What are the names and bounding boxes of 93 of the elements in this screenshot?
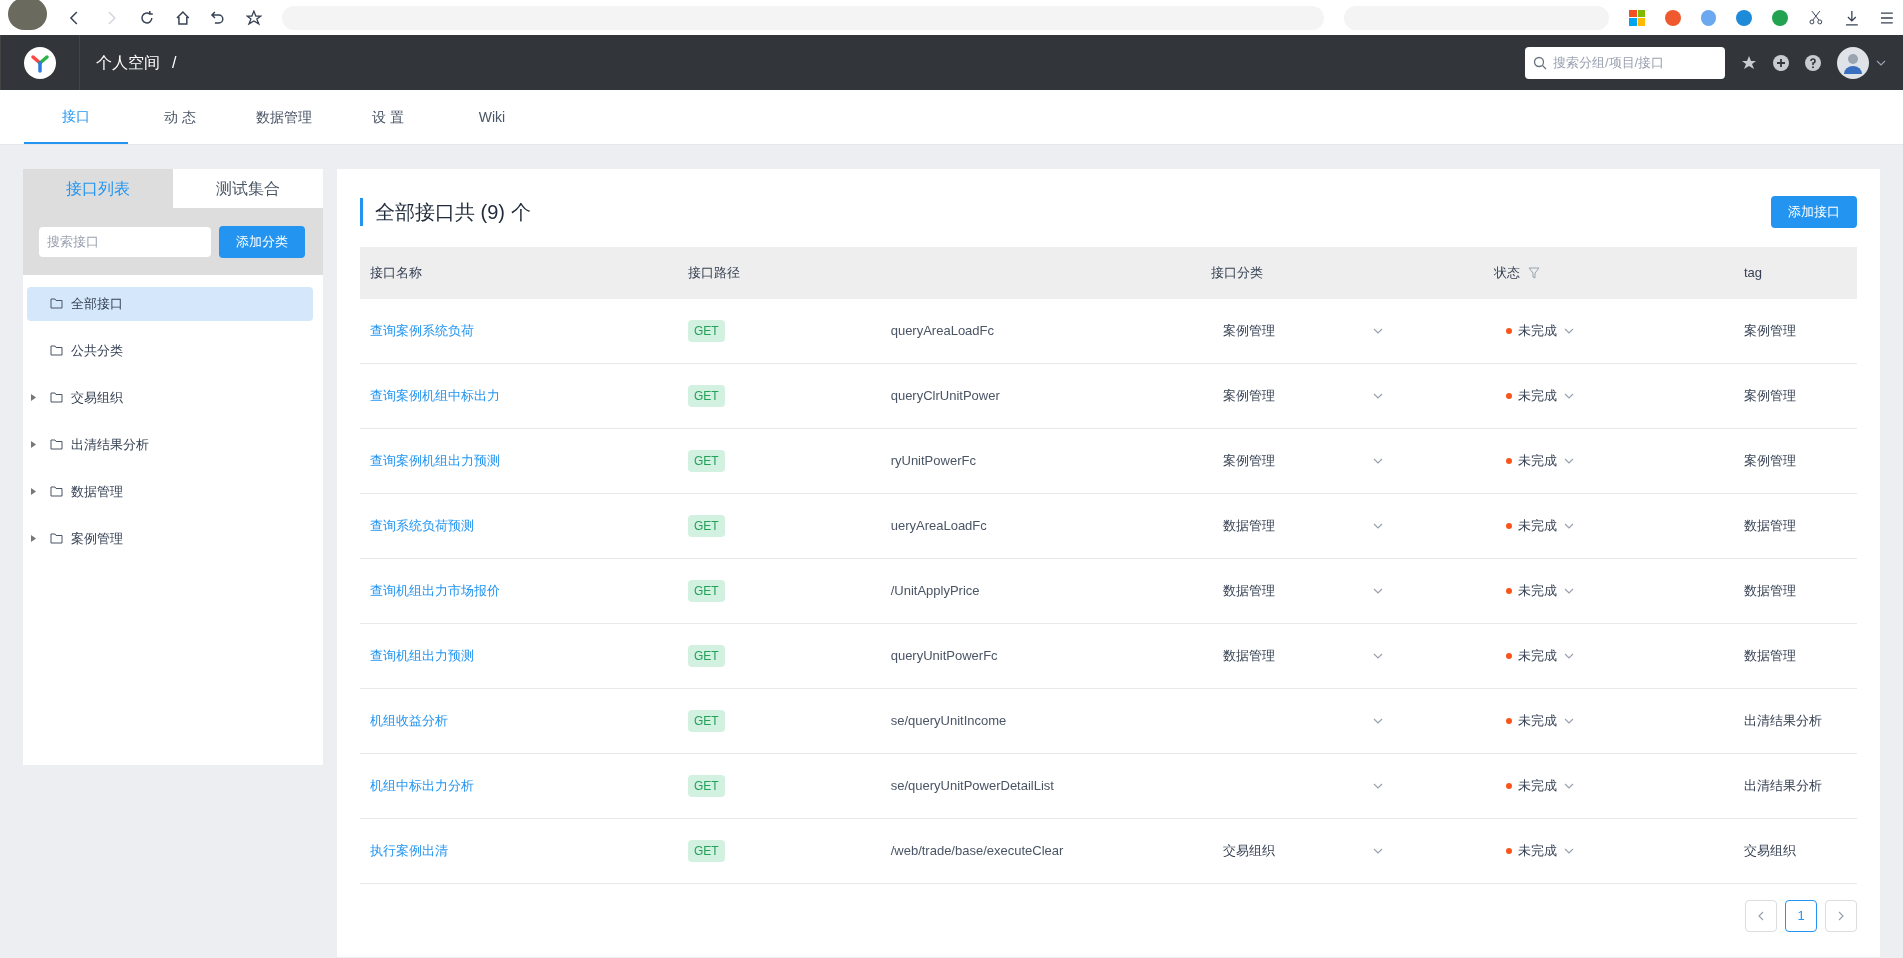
column-header: tag bbox=[1744, 265, 1763, 281]
category-select[interactable]: 案例管理 bbox=[1211, 321, 1494, 341]
tag-text: 数据管理 bbox=[1744, 648, 1796, 664]
method-tag: GET bbox=[688, 515, 725, 537]
tag-text: 数据管理 bbox=[1744, 518, 1796, 534]
expand-arrow-icon[interactable] bbox=[31, 394, 36, 401]
tag-text: 案例管理 bbox=[1744, 388, 1796, 404]
breadcrumb-link[interactable]: 个人空间 bbox=[96, 50, 160, 75]
method-tag: GET bbox=[688, 775, 725, 797]
api-path: se/queryUnitPowerDetailList bbox=[890, 777, 1054, 796]
status-select[interactable]: 未完成 bbox=[1494, 711, 1744, 731]
api-path: queryUnitPowerFc bbox=[890, 647, 998, 666]
column-header: 接口路径 bbox=[688, 265, 740, 281]
column-header: 接口分类 bbox=[1211, 265, 1263, 281]
expand-arrow-icon[interactable] bbox=[31, 488, 36, 495]
category-select[interactable]: 案例管理 bbox=[1211, 386, 1494, 406]
method-tag: GET bbox=[688, 710, 725, 732]
api-path: /web/trade/base/executeClear bbox=[890, 842, 1064, 861]
folder-icon bbox=[50, 345, 63, 356]
status-select[interactable]: 未完成 bbox=[1494, 516, 1744, 536]
status-select[interactable]: 未完成 bbox=[1494, 581, 1744, 601]
nav-tab[interactable]: 动 态 bbox=[128, 90, 232, 144]
logo-icon[interactable] bbox=[24, 46, 56, 79]
sidebar-item[interactable]: 公共分类 bbox=[27, 333, 313, 368]
expand-arrow-icon[interactable] bbox=[31, 535, 36, 542]
method-tag: GET bbox=[688, 385, 725, 407]
column-header: 接口名称 bbox=[370, 265, 422, 281]
menu-icon[interactable] bbox=[1879, 9, 1896, 26]
nav-tab[interactable]: 设 置 bbox=[336, 90, 440, 144]
tag-text: 出清结果分析 bbox=[1744, 713, 1822, 729]
scissors-icon[interactable] bbox=[1807, 9, 1824, 26]
profile-avatar[interactable] bbox=[8, 0, 48, 30]
status-select[interactable]: 未完成 bbox=[1494, 646, 1744, 666]
category-select[interactable]: 数据管理 bbox=[1211, 581, 1494, 601]
category-select[interactable]: 案例管理 bbox=[1211, 451, 1494, 471]
extension-icon[interactable] bbox=[1736, 9, 1753, 26]
tag-text: 案例管理 bbox=[1744, 453, 1796, 469]
extension-icon[interactable] bbox=[1629, 9, 1645, 26]
tag-text: 出清结果分析 bbox=[1744, 778, 1822, 794]
help-icon[interactable] bbox=[1805, 54, 1821, 71]
search-icon bbox=[1533, 55, 1547, 70]
sidebar-item[interactable]: 交易组织 bbox=[27, 380, 313, 415]
api-path: queryClrUnitPower bbox=[890, 387, 1000, 406]
category-select[interactable]: 交易组织 bbox=[1211, 841, 1494, 861]
home-icon[interactable] bbox=[174, 9, 191, 26]
star-icon[interactable] bbox=[1741, 54, 1757, 71]
tag-text: 交易组织 bbox=[1744, 843, 1796, 859]
method-tag: GET bbox=[688, 840, 725, 862]
add-icon[interactable] bbox=[1773, 54, 1789, 71]
nav-tab[interactable]: Wiki bbox=[440, 90, 544, 144]
reload-icon[interactable] bbox=[138, 9, 155, 26]
search-field[interactable]: 搜索分组/项目/接口 bbox=[1525, 46, 1725, 79]
extension-icon[interactable] bbox=[1772, 9, 1788, 26]
status-select[interactable]: 未完成 bbox=[1494, 386, 1744, 406]
status-select[interactable]: 未完成 bbox=[1494, 451, 1744, 471]
tag-text: 数据管理 bbox=[1744, 583, 1796, 599]
page-title: 全部接口共 (9) 个 bbox=[360, 198, 531, 226]
api-path: ueryAreaLoadFc bbox=[890, 517, 987, 536]
folder-icon bbox=[50, 486, 63, 497]
sidebar-tab[interactable]: 测试集合 bbox=[173, 169, 323, 208]
tag-text: 案例管理 bbox=[1744, 323, 1796, 339]
api-path: /UnitApplyPrice bbox=[890, 582, 980, 601]
sidebar-item[interactable]: 案例管理 bbox=[27, 521, 313, 556]
sidebar-item[interactable]: 出清结果分析 bbox=[27, 427, 313, 462]
method-tag: GET bbox=[688, 320, 725, 342]
expand-arrow-icon[interactable] bbox=[31, 441, 36, 448]
sidebar-item[interactable]: 全部接口 bbox=[27, 286, 313, 321]
status-select[interactable]: 未完成 bbox=[1494, 776, 1744, 796]
sidebar-item[interactable]: 数据管理 bbox=[27, 474, 313, 509]
breadcrumb-separator: / bbox=[172, 52, 177, 73]
download-icon[interactable] bbox=[1843, 9, 1860, 26]
api-path: ryUnitPowerFc bbox=[890, 452, 976, 471]
status-select[interactable]: 未完成 bbox=[1494, 841, 1744, 861]
method-tag: GET bbox=[688, 645, 725, 667]
method-tag: GET bbox=[688, 580, 725, 602]
category-select[interactable]: 数据管理 bbox=[1211, 516, 1494, 536]
undo-icon[interactable] bbox=[210, 9, 226, 26]
folder-icon bbox=[50, 439, 63, 450]
folder-icon bbox=[50, 392, 63, 403]
search-field[interactable]: 搜索接口 bbox=[39, 226, 211, 257]
method-tag: GET bbox=[688, 450, 725, 472]
extension-icon[interactable] bbox=[1664, 9, 1681, 26]
star-icon[interactable] bbox=[246, 9, 262, 26]
status-select[interactable]: 未完成 bbox=[1494, 321, 1744, 341]
category-select[interactable]: 数据管理 bbox=[1211, 646, 1494, 666]
column-header: 状态 bbox=[1494, 264, 1520, 283]
extension-icon[interactable] bbox=[1700, 9, 1717, 26]
nav-tab[interactable]: 数据管理 bbox=[232, 90, 336, 144]
api-path: queryAreaLoadFc bbox=[890, 322, 994, 341]
api-path: se/queryUnitIncome bbox=[890, 712, 1007, 731]
folder-icon bbox=[50, 298, 63, 309]
folder-icon bbox=[50, 533, 63, 544]
avatar-icon[interactable] bbox=[1837, 46, 1869, 79]
